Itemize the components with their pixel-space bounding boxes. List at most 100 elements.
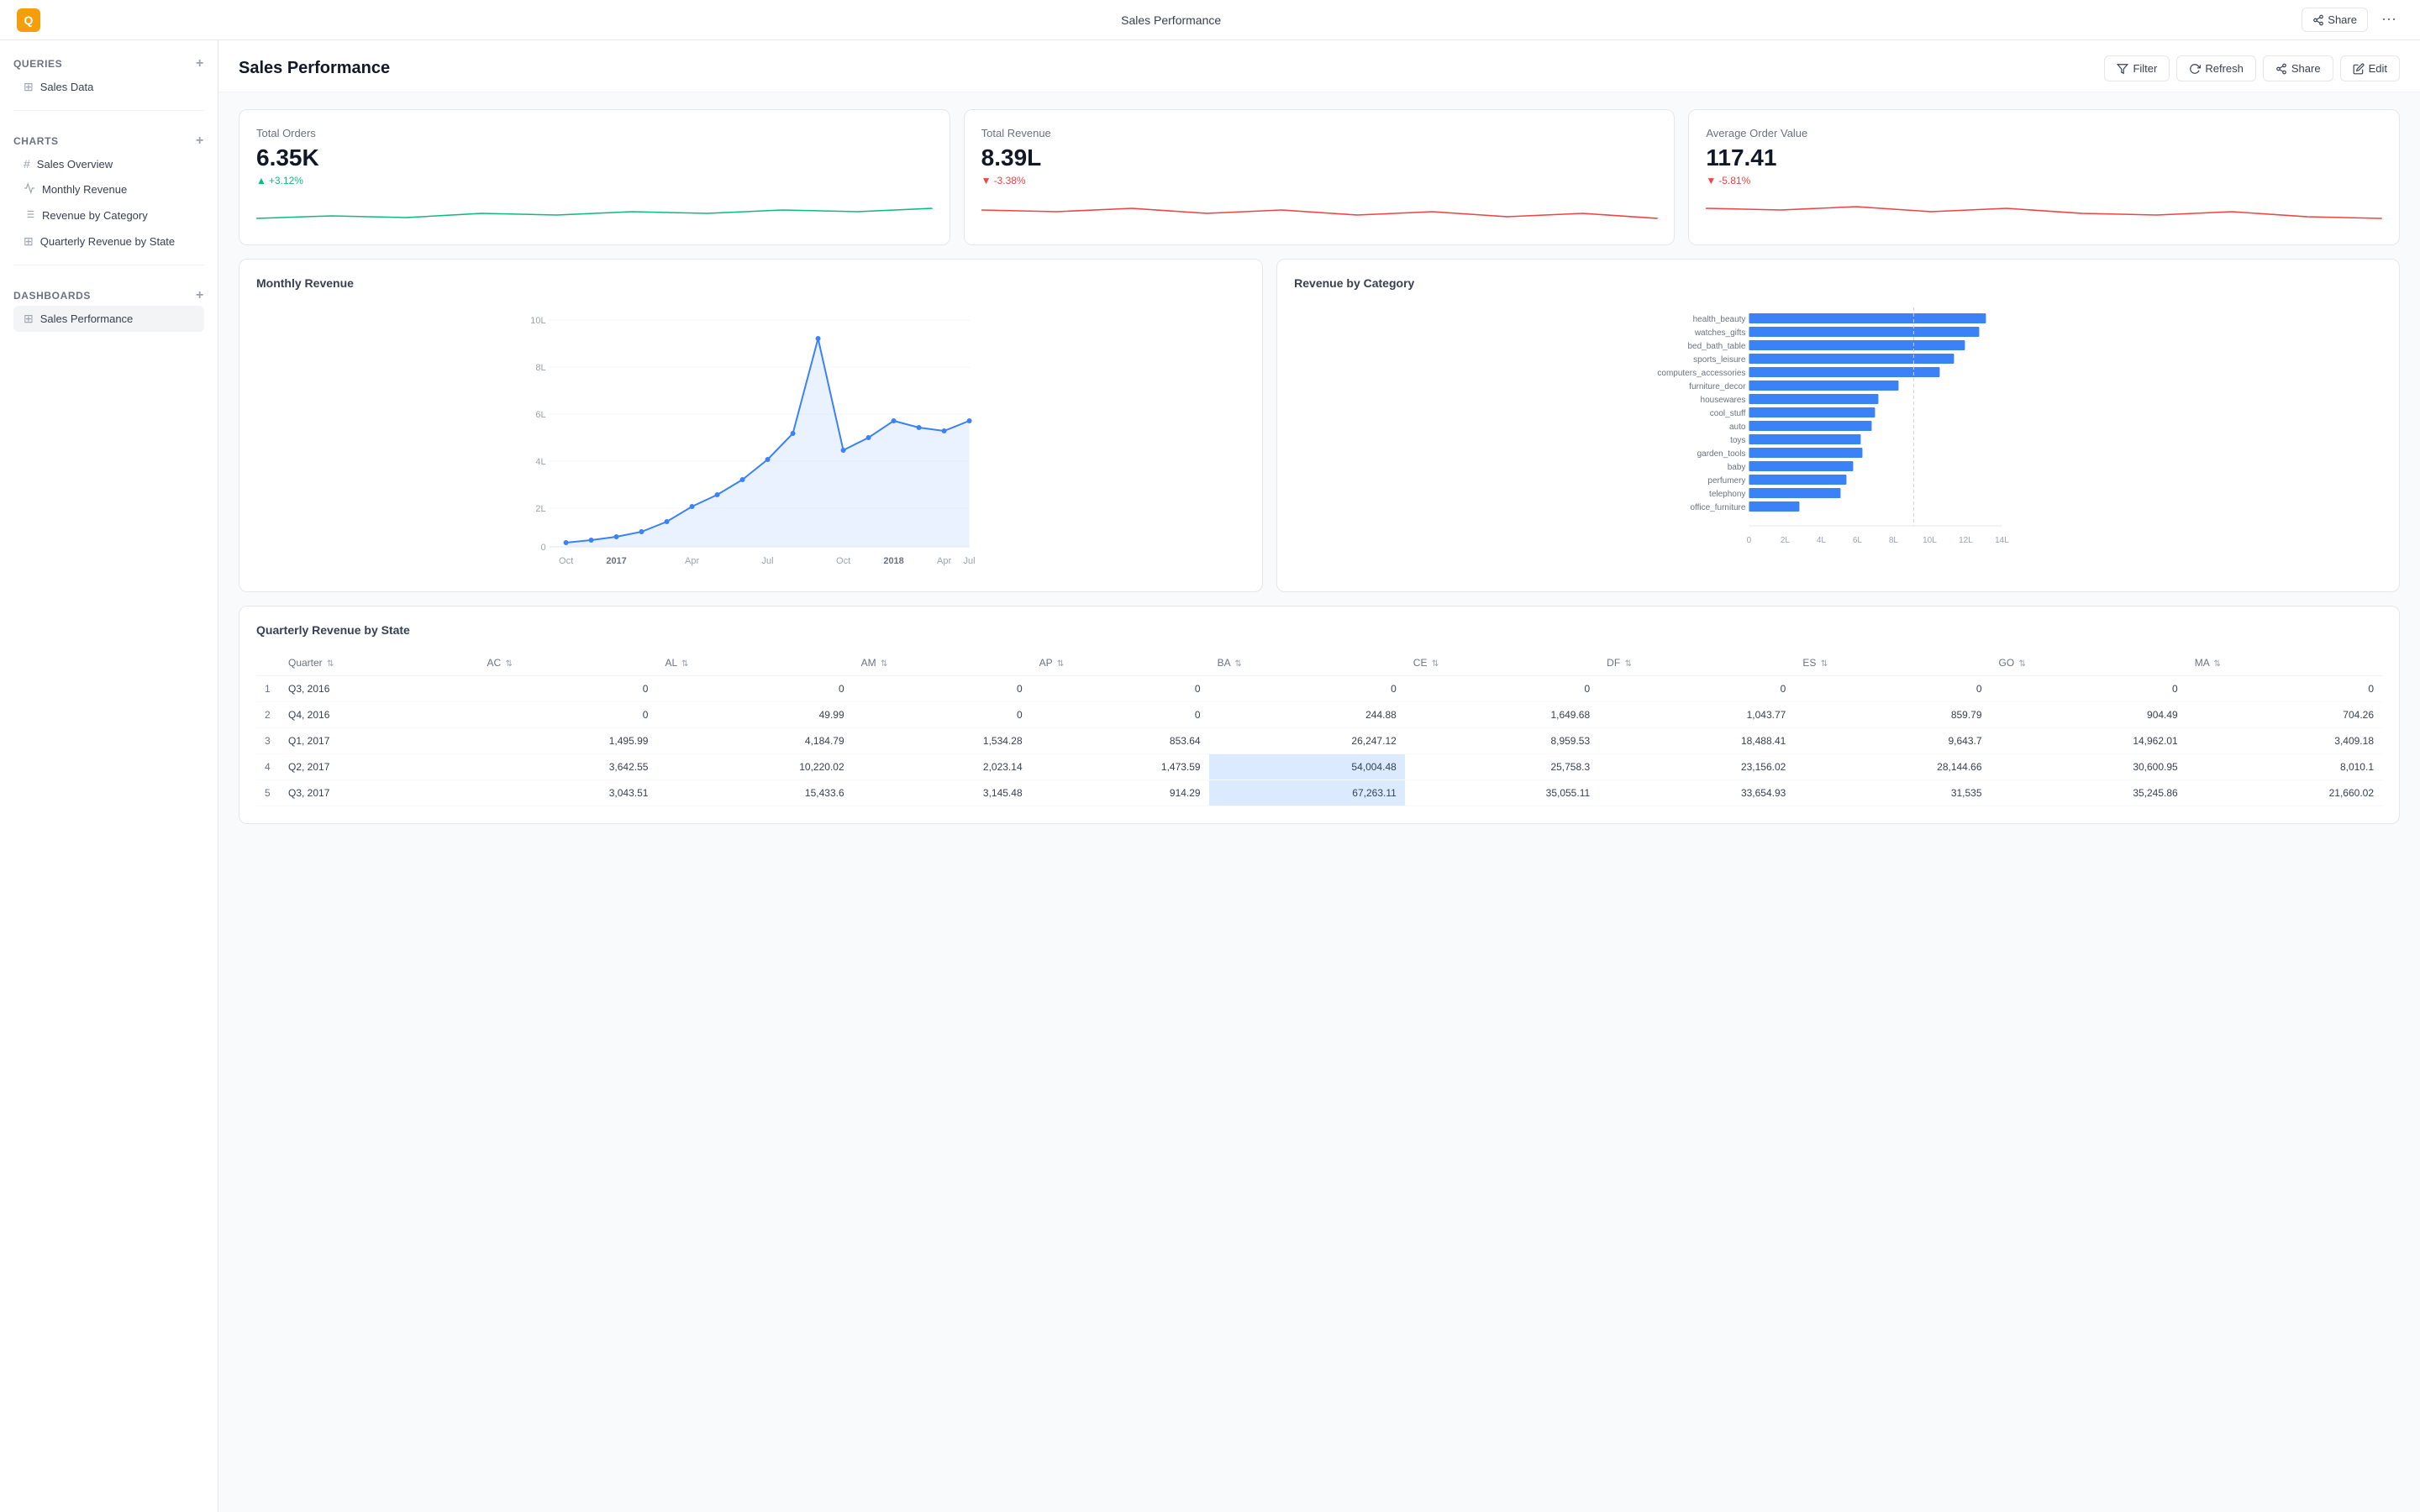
svg-text:Jul: Jul [762, 556, 774, 566]
row-value: 244.88 [1209, 702, 1405, 728]
row-value: 1,473.59 [1031, 754, 1209, 780]
row-num: 1 [256, 676, 280, 702]
filter-icon [2117, 63, 2128, 75]
sort-icon-quarter[interactable]: ⇅ [327, 659, 334, 669]
edit-icon [2353, 63, 2365, 75]
sort-icon-ba[interactable]: ⇅ [1234, 659, 1241, 669]
kpi-total-orders-value: 6.35K [256, 144, 933, 171]
monthly-revenue-svg: 10L 8L 6L 4L 2L 0 [256, 303, 1245, 572]
kpi-total-revenue: Total Revenue 8.39L ▼ -3.38% [964, 109, 1676, 245]
row-value: 33,654.93 [1598, 780, 1794, 806]
row-value: 14,962.01 [1991, 728, 2186, 754]
sort-icon-al[interactable]: ⇅ [681, 659, 688, 669]
add-query-button[interactable]: + [196, 57, 204, 71]
svg-text:housewares: housewares [1701, 396, 1746, 405]
app-body: Queries + ⊞ Sales Data Charts + # Sales … [0, 40, 2420, 1512]
svg-text:toys: toys [1730, 436, 1745, 445]
row-value: 67,263.11 [1209, 780, 1405, 806]
row-value: 3,145.48 [853, 780, 1031, 806]
charts-section: Charts + # Sales Overview Monthly Revenu… [0, 118, 218, 258]
sidebar-item-revenue-by-category[interactable]: Revenue by Category [13, 202, 204, 228]
sidebar-item-sales-performance[interactable]: ⊞ Sales Performance [13, 306, 204, 332]
sidebar-item-quarterly-revenue-by-state[interactable]: ⊞ Quarterly Revenue by State [13, 228, 204, 255]
dashboards-section: Dashboards + ⊞ Sales Performance [0, 272, 218, 335]
row-value: 0 [853, 676, 1031, 702]
svg-text:2018: 2018 [883, 556, 903, 566]
col-ma[interactable]: MA ⇅ [2186, 650, 2382, 676]
add-dashboard-button[interactable]: + [196, 289, 204, 302]
charts-header: Charts + [13, 128, 204, 151]
topbar-share-button[interactable]: Share [2302, 8, 2368, 32]
row-value: 1,649.68 [1405, 702, 1598, 728]
sort-icon-ac[interactable]: ⇅ [505, 659, 512, 669]
svg-text:6L: 6L [535, 410, 545, 420]
row-value: 26,247.12 [1209, 728, 1405, 754]
sidebar-item-monthly-revenue[interactable]: Monthly Revenue [13, 176, 204, 202]
row-value: 904.49 [1991, 702, 2186, 728]
revenue-by-category-chart: Revenue by Category health_beauty watche… [1276, 259, 2400, 592]
sort-icon-ce[interactable]: ⇅ [1432, 659, 1439, 669]
filter-button[interactable]: Filter [2104, 55, 2170, 81]
col-ba[interactable]: BA ⇅ [1209, 650, 1405, 676]
col-ap[interactable]: AP ⇅ [1031, 650, 1209, 676]
col-ce[interactable]: CE ⇅ [1405, 650, 1598, 676]
svg-text:10L: 10L [530, 316, 545, 326]
up-arrow-icon: ▲ [256, 175, 266, 186]
svg-text:Jul: Jul [964, 556, 976, 566]
topbar-actions: Share ⋯ [2302, 8, 2403, 32]
sidebar-item-sales-overview[interactable]: # Sales Overview [13, 151, 204, 176]
row-value: 0 [1598, 676, 1794, 702]
row-num: 3 [256, 728, 280, 754]
edit-button[interactable]: Edit [2340, 55, 2400, 81]
col-quarter[interactable]: Quarter ⇅ [280, 650, 478, 676]
svg-text:sports_leisure: sports_leisure [1693, 355, 1746, 365]
svg-text:6L: 6L [1853, 536, 1863, 545]
dashboard-icon: ⊞ [24, 312, 34, 326]
quarterly-revenue-table-card: Quarterly Revenue by State Quarter ⇅ AC … [239, 606, 2400, 824]
topbar: Q Sales Performance Share ⋯ [0, 0, 2420, 40]
row-value: 3,043.51 [478, 780, 656, 806]
svg-text:4L: 4L [535, 457, 545, 467]
col-go[interactable]: GO ⇅ [1991, 650, 2186, 676]
refresh-icon [2189, 63, 2201, 75]
row-value: 0 [656, 676, 852, 702]
sidebar-item-sales-data[interactable]: ⊞ Sales Data [13, 74, 204, 100]
sort-icon-df[interactable]: ⇅ [1625, 659, 1632, 669]
col-al[interactable]: AL ⇅ [656, 650, 852, 676]
row-value: 3,409.18 [2186, 728, 2382, 754]
down-arrow-icon-2: ▼ [1706, 175, 1716, 186]
row-value: 3,642.55 [478, 754, 656, 780]
col-es[interactable]: ES ⇅ [1794, 650, 1990, 676]
row-value: 4,184.79 [656, 728, 852, 754]
svg-text:computers_accessories: computers_accessories [1658, 369, 1746, 378]
sort-icon-am[interactable]: ⇅ [881, 659, 887, 669]
row-value: 25,758.3 [1405, 754, 1598, 780]
topbar-more-button[interactable]: ⋯ [2375, 8, 2403, 32]
refresh-button[interactable]: Refresh [2176, 55, 2256, 81]
svg-text:4L: 4L [1817, 536, 1827, 545]
add-chart-button[interactable]: + [196, 134, 204, 148]
sort-icon-ma[interactable]: ⇅ [2213, 659, 2220, 669]
kpi-total-revenue-label: Total Revenue [981, 127, 1658, 139]
sort-icon-go[interactable]: ⇅ [2019, 659, 2026, 669]
col-am[interactable]: AM ⇅ [853, 650, 1031, 676]
sort-icon-es[interactable]: ⇅ [1821, 659, 1828, 669]
svg-text:Oct: Oct [559, 556, 573, 566]
table-row: 3Q1, 20171,495.994,184.791,534.28853.642… [256, 728, 2382, 754]
down-arrow-icon: ▼ [981, 175, 992, 186]
total-orders-sparkline [256, 195, 933, 225]
col-df[interactable]: DF ⇅ [1598, 650, 1794, 676]
row-value: 1,495.99 [478, 728, 656, 754]
app-title: Sales Performance [1121, 13, 1221, 27]
svg-text:baby: baby [1728, 463, 1746, 472]
dashboard-actions: Filter Refresh Share Edit [2104, 55, 2400, 81]
table-row: 2Q4, 2016049.9900244.881,649.681,043.778… [256, 702, 2382, 728]
table-row: 5Q3, 20173,043.5115,433.63,145.48914.296… [256, 780, 2382, 806]
row-value: 23,156.02 [1598, 754, 1794, 780]
col-ac[interactable]: AC ⇅ [478, 650, 656, 676]
row-value: 49.99 [656, 702, 852, 728]
kpi-total-revenue-value: 8.39L [981, 144, 1658, 171]
share-button[interactable]: Share [2263, 55, 2333, 81]
table-icon: ⊞ [24, 80, 34, 94]
sort-icon-ap[interactable]: ⇅ [1057, 659, 1064, 669]
